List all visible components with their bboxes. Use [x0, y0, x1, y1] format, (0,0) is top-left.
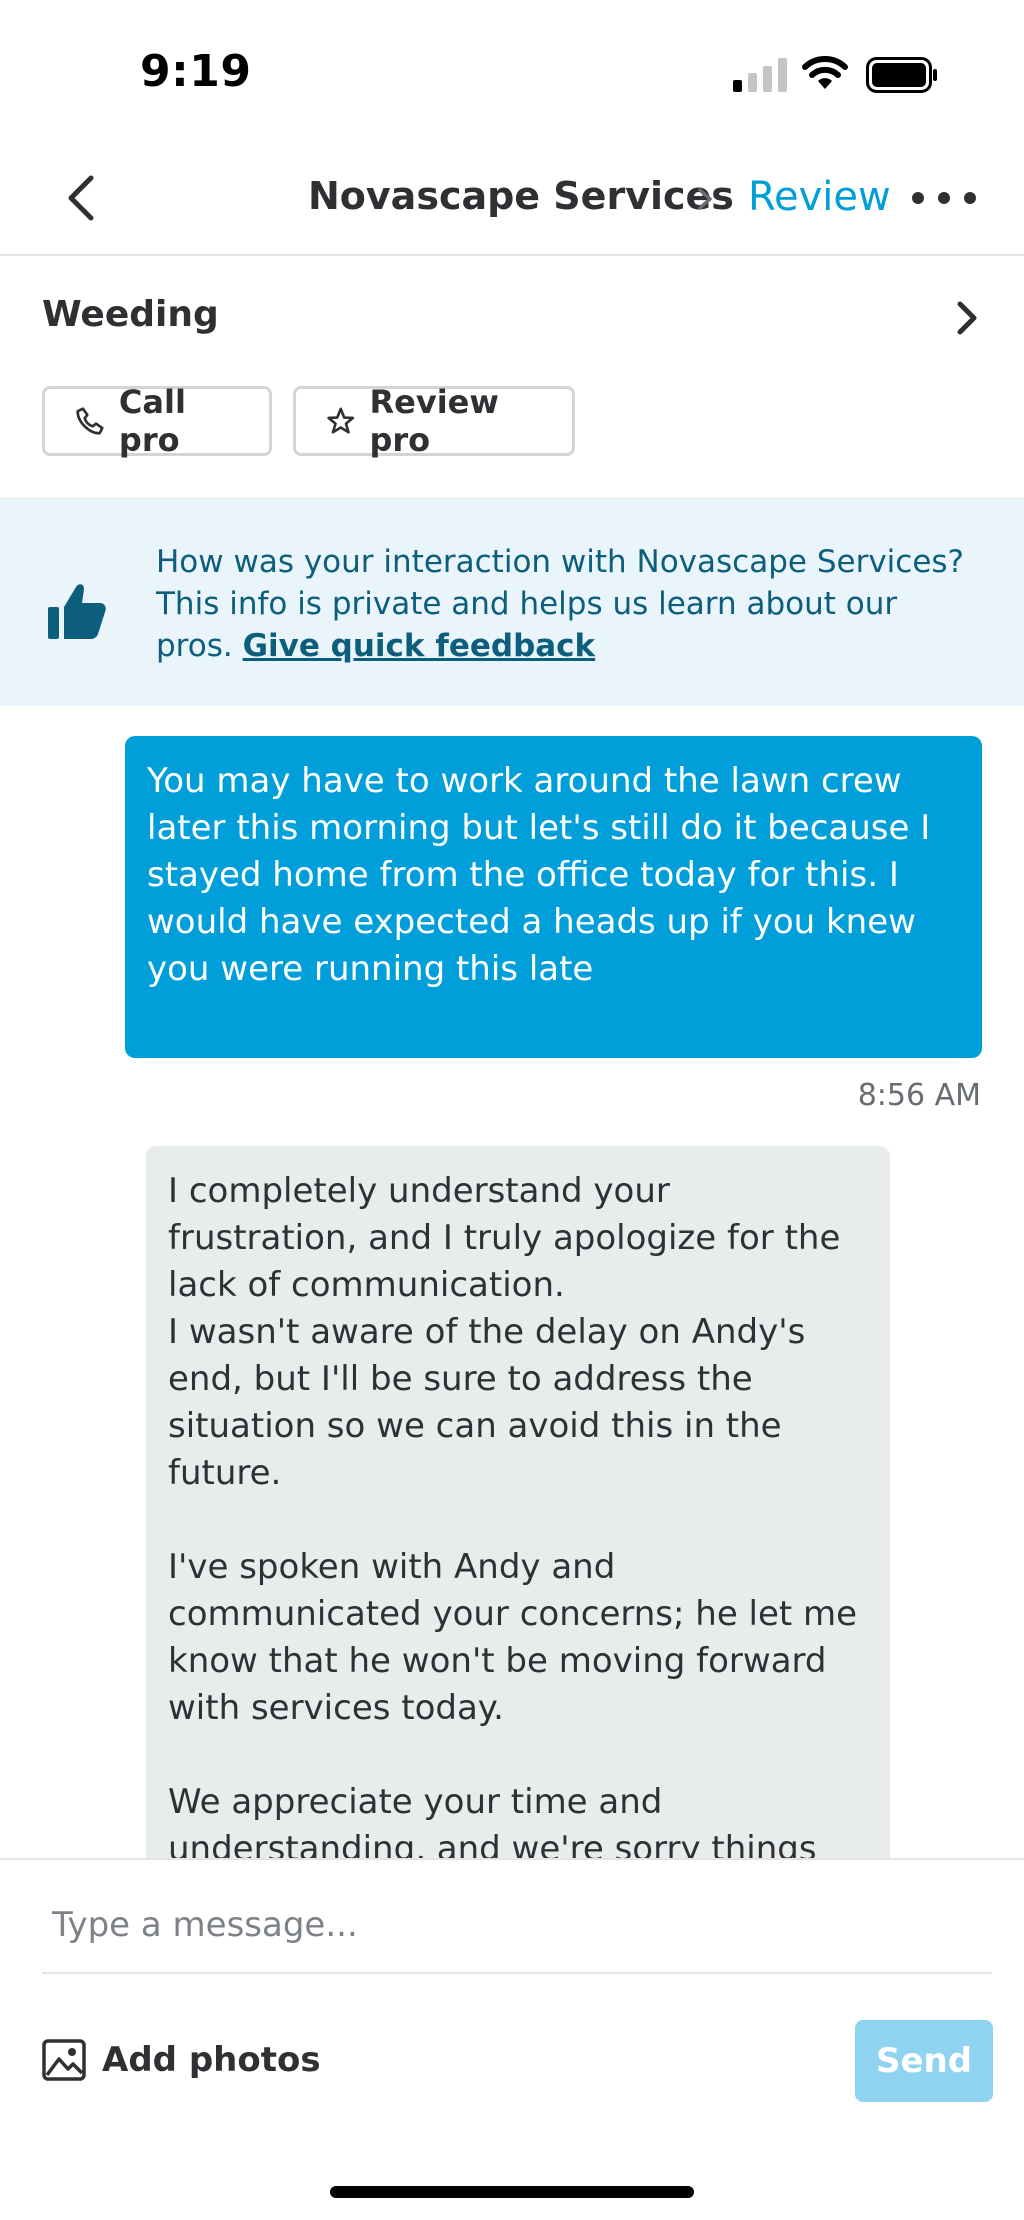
pro-name-title[interactable]: Novascape Services: [308, 174, 734, 218]
feedback-text: How was your interaction with Novascape …: [156, 541, 976, 667]
more-icon: [912, 192, 924, 204]
feedback-banner: How was your interaction with Novascape …: [0, 498, 1024, 706]
give-feedback-link[interactable]: Give quick feedback: [243, 628, 596, 664]
outgoing-message-bubble: You may have to work around the lawn cre…: [125, 736, 982, 1058]
job-row[interactable]: Weeding: [42, 290, 982, 350]
message-composer: Add photos Send: [0, 1858, 1024, 2220]
message-input[interactable]: [42, 1878, 992, 1974]
send-button[interactable]: Send: [855, 2020, 993, 2102]
home-indicator[interactable]: [330, 2186, 694, 2198]
status-bar: 9:19: [0, 0, 1024, 140]
review-link[interactable]: Review: [748, 174, 891, 220]
job-title: Weeding: [42, 294, 219, 335]
chevron-right-icon: [957, 301, 977, 335]
cellular-signal-icon: [733, 58, 787, 92]
thumbs-up-icon: [48, 584, 106, 639]
image-icon: [42, 2039, 86, 2081]
back-button[interactable]: [52, 170, 108, 226]
chevron-left-icon: [68, 175, 94, 221]
nav-bar: Novascape Services Review: [0, 140, 1024, 256]
call-pro-label: Call pro: [118, 383, 186, 459]
more-icon: [938, 192, 950, 204]
wifi-icon: [802, 56, 848, 89]
call-pro-button[interactable]: Call pro: [42, 383, 272, 459]
battery-icon: [866, 57, 937, 93]
more-options-button[interactable]: [912, 180, 976, 216]
message-timestamp: 8:56 AM: [857, 1078, 981, 1113]
add-photos-label: Add photos: [102, 2040, 321, 2080]
review-pro-button[interactable]: Review pro: [293, 383, 575, 459]
more-icon: [964, 192, 976, 204]
add-photos-button[interactable]: Add photos: [42, 2032, 321, 2088]
chevron-right-icon: [698, 188, 712, 210]
status-time: 9:19: [140, 46, 252, 97]
incoming-message-bubble: I completely understand your frustration…: [146, 1146, 890, 1866]
phone-icon: [76, 407, 104, 435]
star-icon: [327, 407, 355, 434]
review-pro-label: Review pro: [369, 383, 499, 459]
